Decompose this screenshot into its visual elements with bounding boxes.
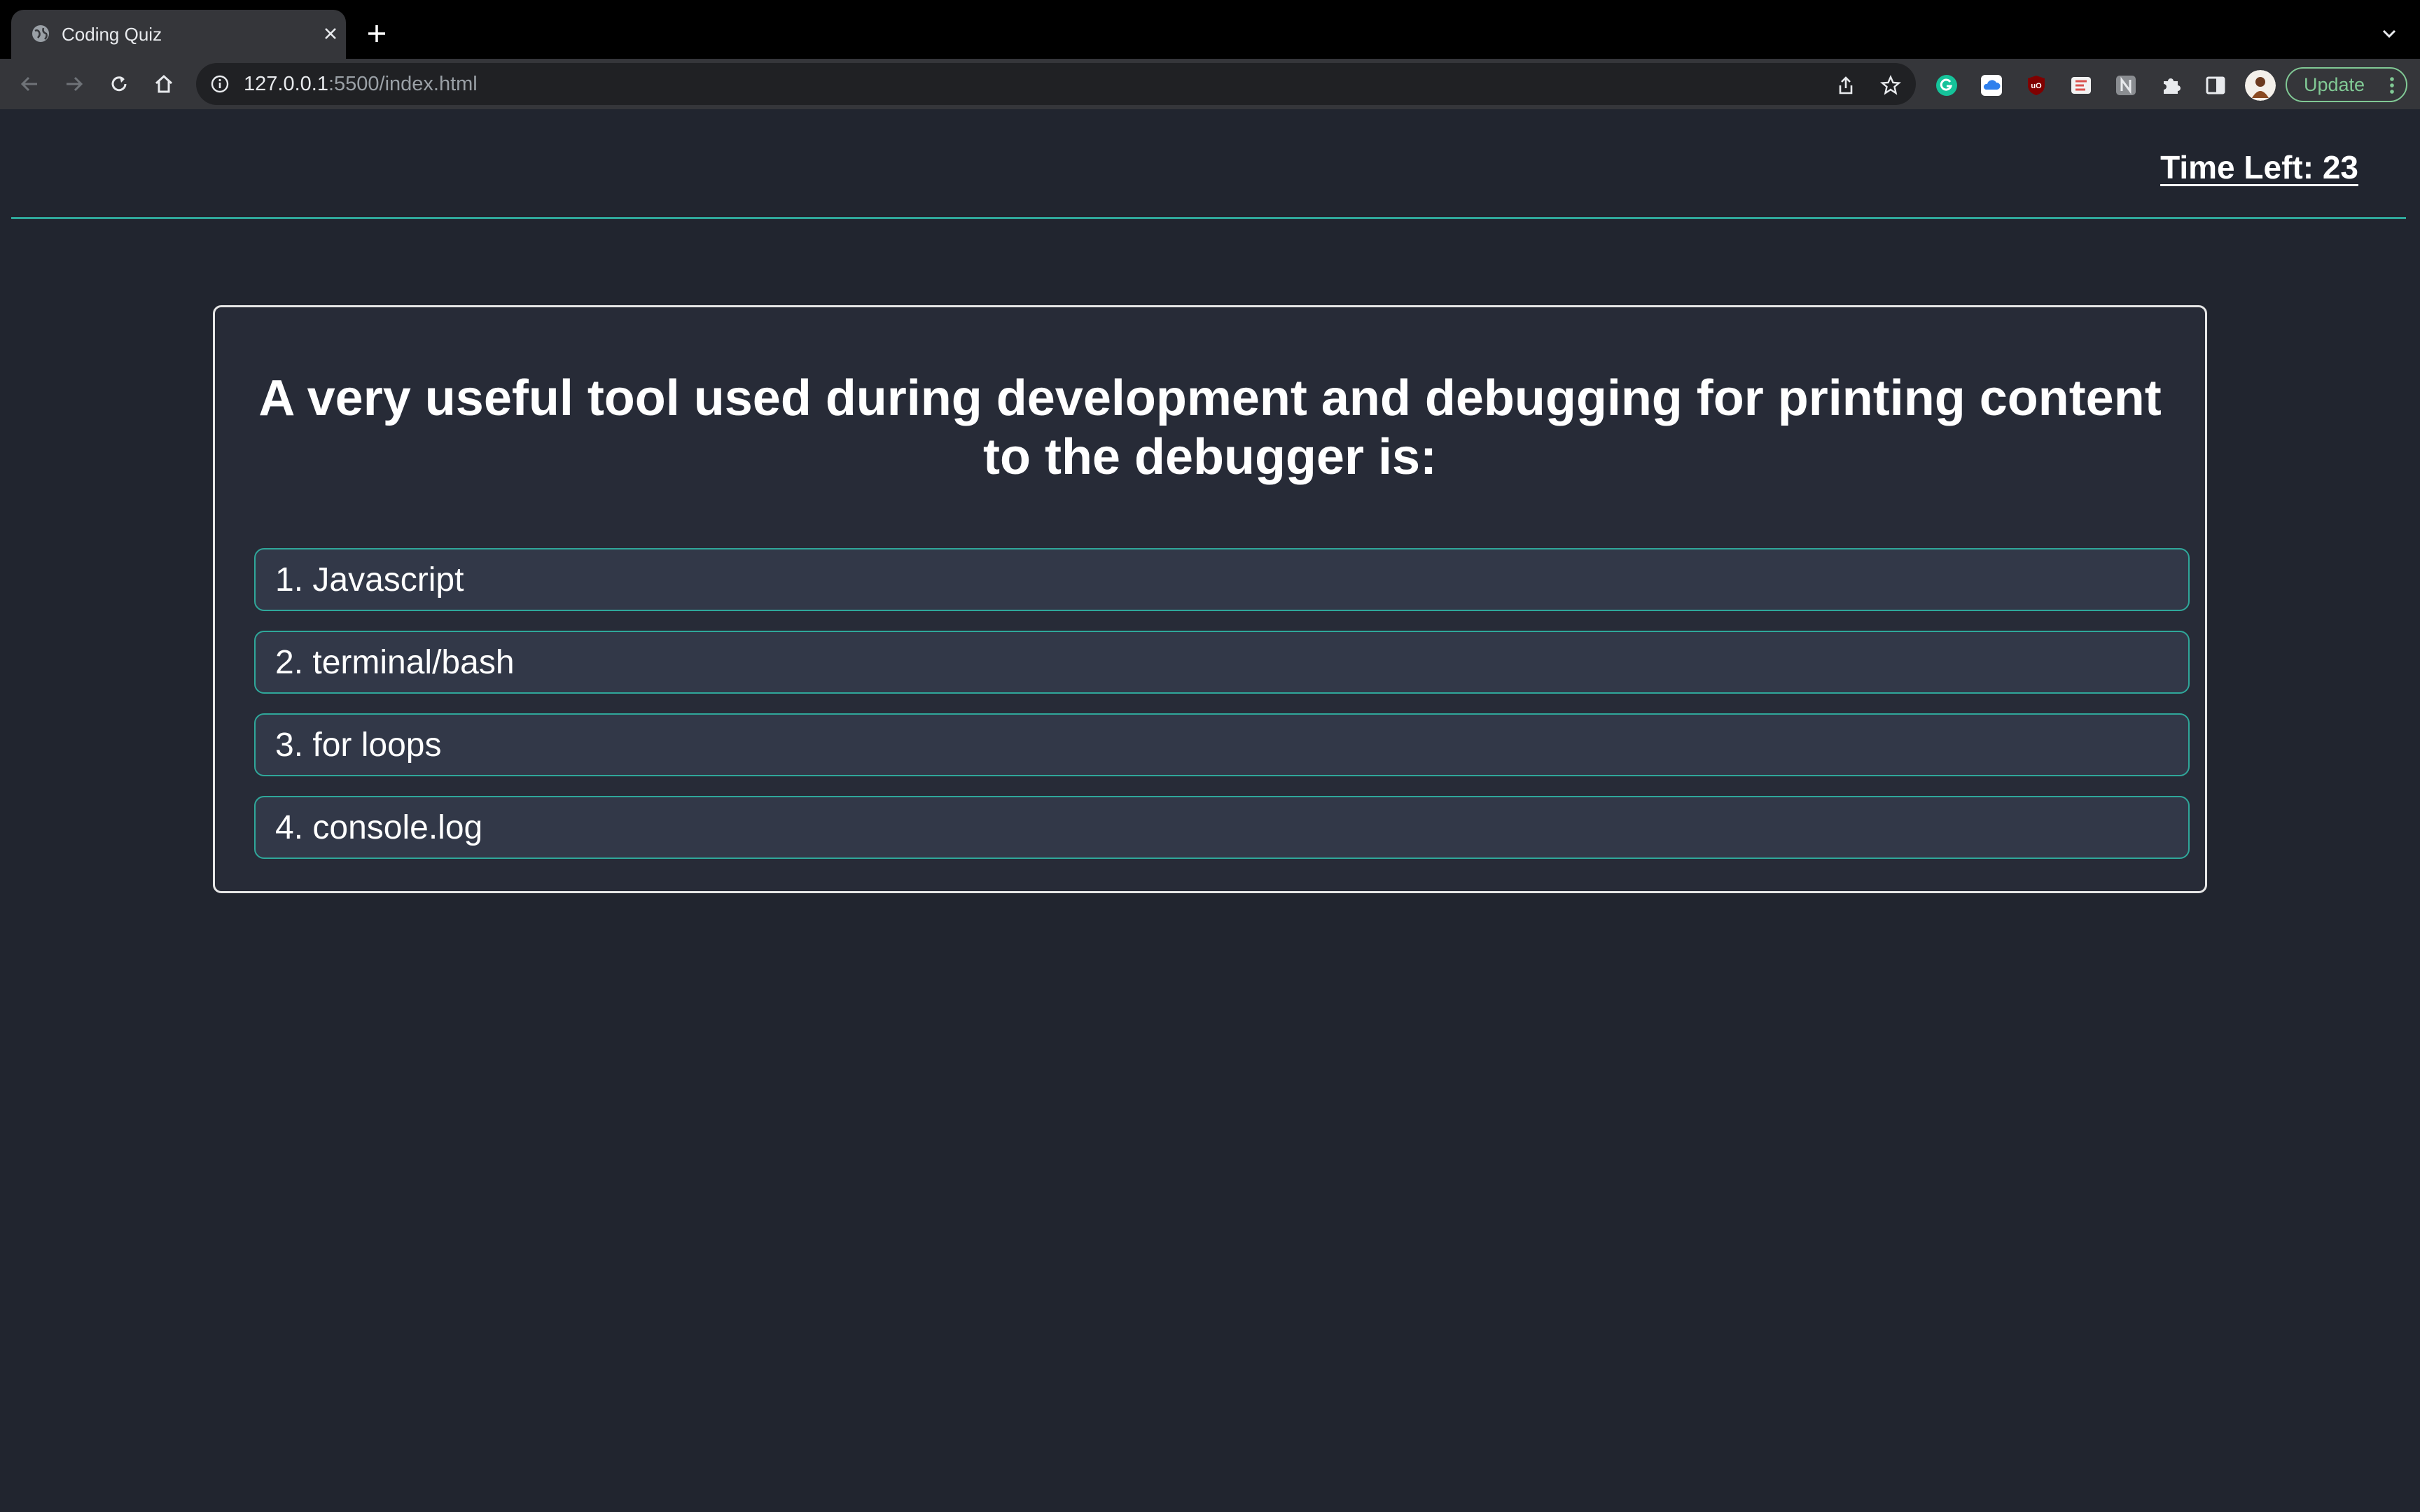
- reader-extension-icon[interactable]: [2070, 74, 2092, 97]
- tab-title: Coding Quiz: [62, 24, 162, 45]
- cloud-extension-icon[interactable]: [1980, 74, 2003, 97]
- share-icon[interactable]: [1830, 70, 1861, 101]
- bookmark-star-icon[interactable]: [1875, 70, 1906, 101]
- url-host: 127.0.0.1: [244, 73, 328, 95]
- address-bar[interactable]: 127.0.0.1:5500/index.html: [196, 63, 1916, 105]
- url-text: 127.0.0.1:5500/index.html: [244, 73, 478, 96]
- reload-icon[interactable]: [104, 69, 134, 99]
- update-button-label: Update: [2304, 74, 2365, 95]
- time-left-display: Time Left: 23: [2160, 149, 2358, 186]
- home-icon[interactable]: [148, 69, 179, 99]
- notion-extension-icon[interactable]: [2115, 74, 2137, 97]
- browser-tab-strip: Coding Quiz: [0, 0, 2420, 59]
- globe-icon: [29, 22, 52, 45]
- url-path: :5500/index.html: [328, 73, 478, 95]
- chevron-down-icon[interactable]: [2377, 21, 2402, 46]
- more-vertical-icon[interactable]: [2388, 76, 2396, 95]
- header-divider: [11, 217, 2406, 219]
- answer-button-3[interactable]: 3. for loops: [254, 713, 2190, 776]
- question-text: A very useful tool used during developme…: [258, 370, 2162, 485]
- back-arrow-icon[interactable]: [14, 69, 45, 99]
- new-tab-icon[interactable]: [363, 20, 391, 48]
- side-panel-icon[interactable]: [2204, 74, 2227, 97]
- forward-arrow-icon[interactable]: [59, 69, 90, 99]
- answer-button-2[interactable]: 2. terminal/bash: [254, 631, 2190, 694]
- puzzle-extensions-icon[interactable]: [2160, 74, 2182, 97]
- browser-tab[interactable]: Coding Quiz: [11, 10, 346, 59]
- ublock-extension-icon[interactable]: uO: [2025, 74, 2047, 97]
- update-button[interactable]: Update: [2286, 67, 2407, 102]
- answer-button-4[interactable]: 4. console.log: [254, 796, 2190, 859]
- answer-button-1[interactable]: 1. Javascript: [254, 548, 2190, 611]
- grammarly-extension-icon[interactable]: [1935, 74, 1958, 97]
- profile-avatar[interactable]: [2245, 70, 2276, 101]
- svg-text:uO: uO: [2031, 82, 2042, 90]
- quiz-card: A very useful tool used during developme…: [213, 305, 2207, 893]
- close-tab-icon[interactable]: [319, 22, 342, 45]
- browser-toolbar: 127.0.0.1:5500/index.html uO Update: [0, 59, 2420, 109]
- page-content: Time Left: 23 A very useful tool used du…: [0, 109, 2420, 1512]
- info-icon[interactable]: [209, 73, 231, 95]
